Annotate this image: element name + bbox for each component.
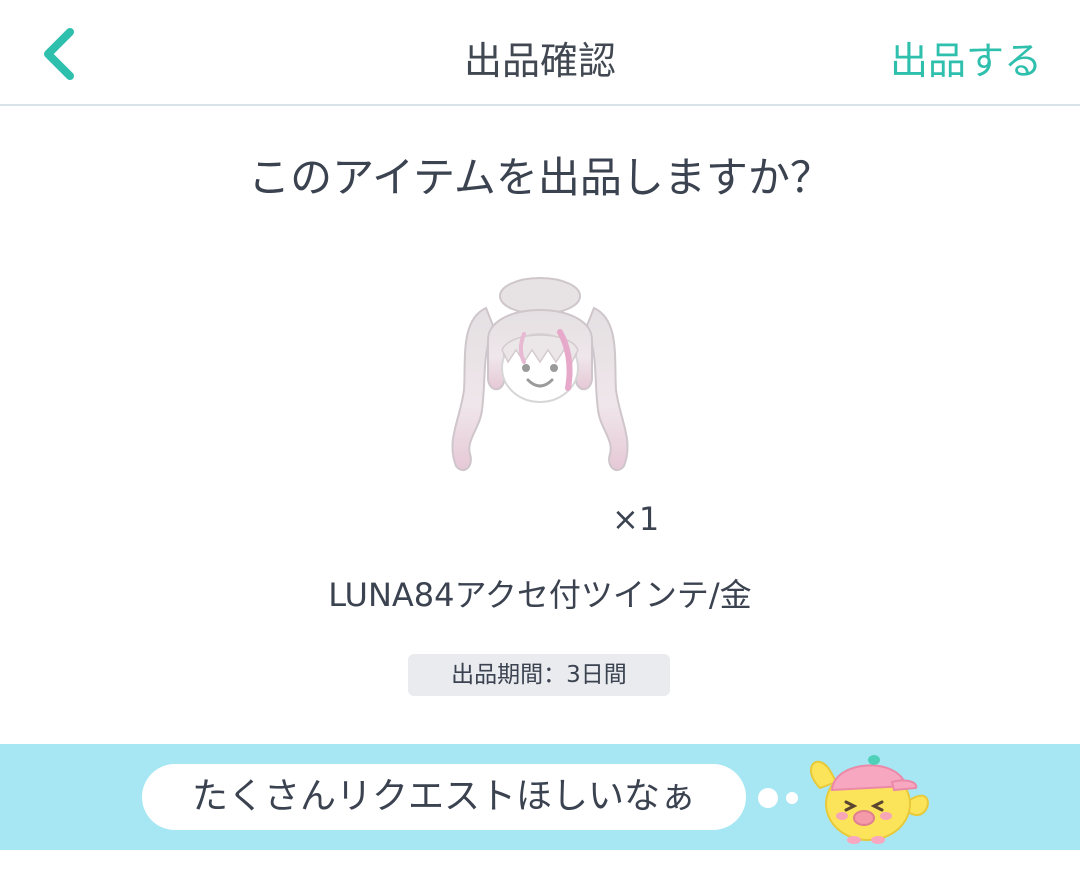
speech-dot bbox=[786, 792, 798, 804]
twin-tail-hair-item-icon bbox=[451, 277, 629, 472]
item-quantity: ×1 bbox=[612, 500, 660, 538]
item-thumbnail bbox=[440, 270, 640, 480]
chick-mascot-icon bbox=[810, 755, 929, 844]
listing-period-badge: 出品期間：3日間 bbox=[408, 654, 670, 696]
submit-listing-button[interactable]: 出品する bbox=[890, 30, 1042, 85]
item-name: LUNA84アクセ付ツインテ/金 bbox=[328, 576, 752, 614]
speech-dot bbox=[758, 788, 778, 808]
mascot-banner: たくさんリクエストほしいなぁ bbox=[0, 744, 1080, 850]
header-bar: 出品確認 出品する bbox=[0, 0, 1080, 106]
mascot bbox=[806, 748, 936, 848]
confirm-question: このアイテムを出品しますか？ bbox=[248, 153, 832, 202]
speech-bubble: たくさんリクエストほしいなぁ bbox=[142, 764, 746, 830]
